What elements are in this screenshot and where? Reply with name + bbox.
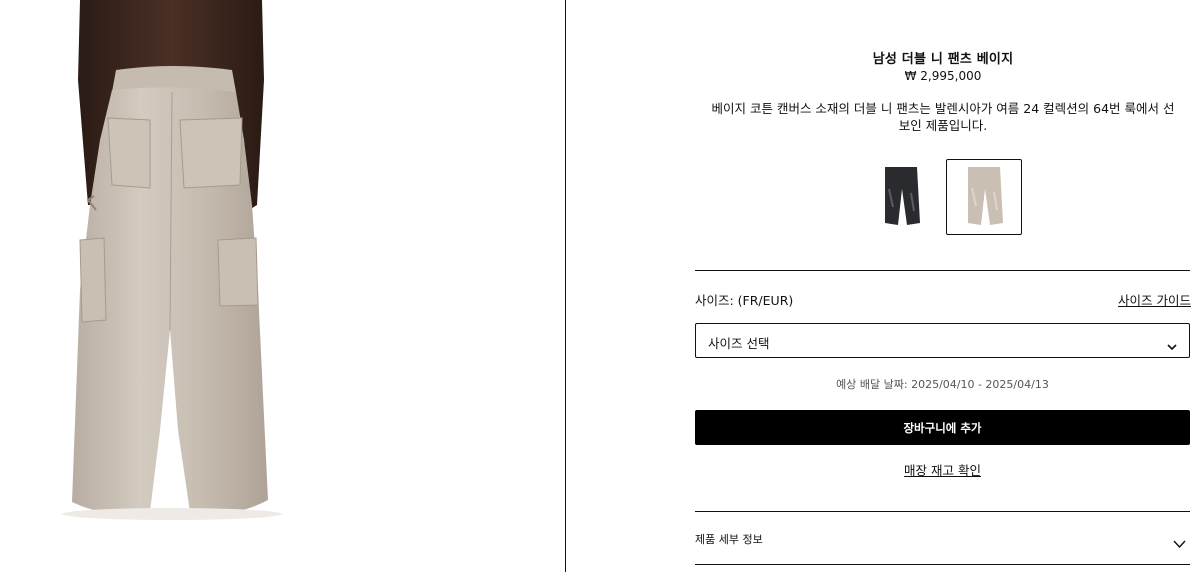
product-title: 남성 더블 니 팬츠 베이지 (872, 52, 1014, 67)
size-select[interactable]: 사이즈 선택 (695, 323, 1190, 358)
product-description: 베이지 코튼 캔버스 소재의 더블 니 팬츠는 발렌시아가 여름 24 컬렉션의… (711, 101, 1175, 133)
size-select-value: 사이즈 선택 (708, 336, 770, 351)
size-label: 사이즈: (FR/EUR) (695, 293, 794, 308)
black-pants-thumbnail (885, 167, 920, 225)
color-swatch-beige[interactable] (946, 159, 1022, 235)
chevron-down-icon (1167, 336, 1177, 355)
divider-line (695, 270, 1190, 271)
accordion-label: 제품 세부 정보 (695, 533, 763, 546)
size-guide-link[interactable]: 사이즈 가이드 (1118, 290, 1191, 309)
product-details-accordion[interactable]: 제품 세부 정보 (695, 512, 1190, 564)
color-swatch-black[interactable] (863, 159, 939, 235)
divider-line (695, 564, 1190, 565)
product-image (0, 0, 565, 572)
product-info-panel: 남성 더블 니 팬츠 베이지 ₩ 2,995,000 베이지 코튼 캔버스 소재… (566, 0, 1200, 572)
beige-pants-thumbnail (968, 167, 1003, 225)
store-stock-link[interactable]: 매장 재고 확인 (695, 460, 1190, 479)
add-to-cart-button[interactable]: 장바구니에 추가 (695, 410, 1190, 445)
delivery-estimate: 예상 배달 날짜: 2025/04/10 - 2025/04/13 (836, 378, 1049, 391)
product-price: ₩ 2,995,000 (904, 69, 982, 83)
model-beige-pants-illustration (62, 0, 282, 520)
chevron-down-icon (1173, 533, 1186, 552)
